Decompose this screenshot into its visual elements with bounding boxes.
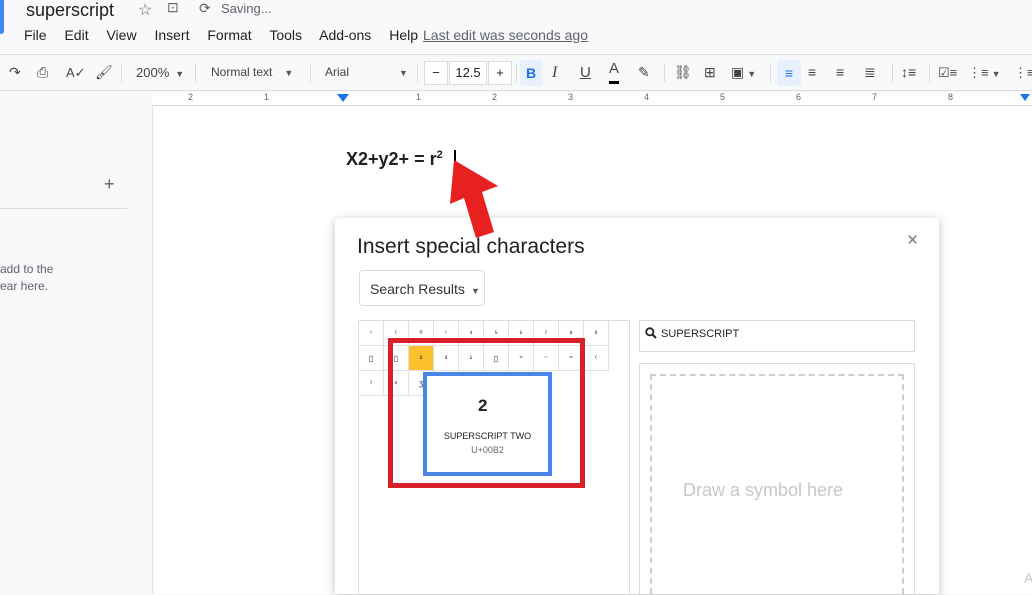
- menu-tools[interactable]: Tools: [269, 27, 302, 43]
- indent-marker-icon[interactable]: [337, 94, 349, 102]
- chevron-down-icon: ▼: [284, 68, 294, 78]
- ruler-label: 3: [568, 92, 574, 102]
- menu-view[interactable]: View: [106, 27, 136, 43]
- outline-divider: [0, 208, 127, 209]
- font-size-input[interactable]: 12.5: [449, 61, 487, 85]
- ruler-label: 4: [644, 92, 650, 102]
- highlight-icon[interactable]: ✎: [638, 55, 650, 90]
- print-icon[interactable]: ⎙: [37, 55, 48, 90]
- menu-addons[interactable]: Add-ons: [319, 27, 371, 43]
- character-cell[interactable]: ▯: [359, 346, 384, 371]
- italic-button[interactable]: I: [552, 55, 557, 90]
- image-icon[interactable]: ▣ ▼: [731, 55, 756, 90]
- character-cell[interactable]: ⁾: [359, 371, 384, 396]
- search-value: SUPERSCRIPT: [661, 328, 740, 340]
- justify-icon[interactable]: ≣: [864, 55, 876, 90]
- category-value: Search Results: [370, 281, 465, 297]
- outline-hint-line: ear here.: [0, 279, 49, 293]
- bold-button[interactable]: B: [520, 60, 542, 86]
- add-heading-button[interactable]: +: [104, 174, 115, 195]
- document-text[interactable]: X2+y2+ = r2: [346, 149, 443, 170]
- ruler-label: 1: [264, 92, 270, 102]
- star-icon[interactable]: ☆: [138, 0, 152, 20]
- chevron-down-icon: ▼: [399, 68, 408, 78]
- chevron-down-icon: ▼: [470, 286, 480, 296]
- document-title[interactable]: superscript: [26, 0, 114, 21]
- line-spacing-icon[interactable]: ↕≡: [901, 55, 916, 90]
- sync-icon: ⟳: [199, 0, 211, 16]
- character-cell[interactable]: ⁽: [584, 346, 609, 371]
- align-left-icon[interactable]: ≡: [777, 60, 801, 86]
- equation-text: X2+y2+ = r: [346, 149, 437, 169]
- menu-file[interactable]: File: [24, 27, 47, 43]
- docs-logo[interactable]: [0, 0, 4, 34]
- ruler-label: 7: [872, 92, 878, 102]
- ruler-label: 5: [720, 92, 726, 102]
- zoom-value: 200%: [136, 65, 170, 80]
- ruler-label: 2: [188, 92, 194, 102]
- last-edit-link[interactable]: Last edit was seconds ago: [423, 27, 588, 43]
- comment-icon[interactable]: ⊞: [704, 55, 716, 90]
- style-value: Normal text: [211, 65, 273, 79]
- numbered-list-icon[interactable]: ⋮≡: [1014, 55, 1032, 90]
- link-icon[interactable]: ⛓: [674, 55, 692, 90]
- text-color-button[interactable]: A: [609, 55, 620, 84]
- draw-hint: Draw a symbol here: [683, 480, 844, 500]
- save-status: Saving...: [221, 1, 272, 16]
- watermark: A: [1024, 570, 1032, 586]
- chevron-down-icon: ▼: [175, 69, 185, 79]
- align-center-icon[interactable]: ≡: [808, 55, 816, 90]
- annotation-arrow-icon: [450, 160, 498, 238]
- ruler-label: 8: [948, 92, 954, 102]
- search-icon: [645, 327, 657, 339]
- menu-bar: File Edit View Insert Format Tools Add-o…: [24, 27, 432, 43]
- outline-panel: [0, 106, 152, 594]
- ruler-label: 1: [416, 92, 422, 102]
- ruler-label: 2: [492, 92, 498, 102]
- bulleted-list-icon[interactable]: ⋮≡ ▼: [968, 55, 1001, 90]
- spellcheck-icon[interactable]: A✓: [66, 55, 86, 90]
- font-size-decrease-button[interactable]: −: [424, 61, 448, 85]
- character-cell[interactable]: ⁹: [584, 321, 609, 346]
- menu-edit[interactable]: Edit: [64, 27, 88, 43]
- right-indent-marker-icon[interactable]: [1020, 94, 1030, 101]
- toolbar: ↷ ⎙ A✓ 🖌 200% ▼ Normal text ▼ Arial ▼ − 12.…: [0, 54, 1032, 91]
- ruler-label: 6: [796, 92, 802, 102]
- checklist-icon[interactable]: ☑≡: [938, 55, 957, 90]
- align-right-icon[interactable]: ≡: [836, 55, 844, 90]
- outline-hint-line: add to the: [0, 262, 54, 276]
- redo-icon[interactable]: ↷: [9, 55, 21, 90]
- underline-button[interactable]: U: [580, 55, 591, 90]
- character-cell[interactable]: ⁱ: [359, 321, 384, 346]
- menu-insert[interactable]: Insert: [154, 27, 189, 43]
- style-select[interactable]: Normal text ▼: [211, 55, 293, 90]
- menu-format[interactable]: Format: [207, 27, 251, 43]
- menu-help[interactable]: Help: [389, 27, 418, 43]
- annotation-red-box: [388, 338, 585, 488]
- ruler[interactable]: 2 1 1 2 3 4 5 6 7 8: [152, 92, 1032, 106]
- outline-hint: add to the ear here.: [0, 261, 53, 295]
- font-value: Arial: [325, 65, 350, 79]
- zoom-select[interactable]: 200% ▼: [136, 55, 184, 90]
- font-size-increase-button[interactable]: +: [488, 61, 512, 85]
- close-icon[interactable]: ×: [907, 230, 918, 252]
- paint-format-icon[interactable]: 🖌: [95, 55, 113, 90]
- move-to-folder-icon[interactable]: ⊡: [167, 0, 179, 16]
- category-dropdown[interactable]: Search Results ▼: [359, 270, 485, 306]
- font-select[interactable]: Arial ▼: [325, 55, 408, 90]
